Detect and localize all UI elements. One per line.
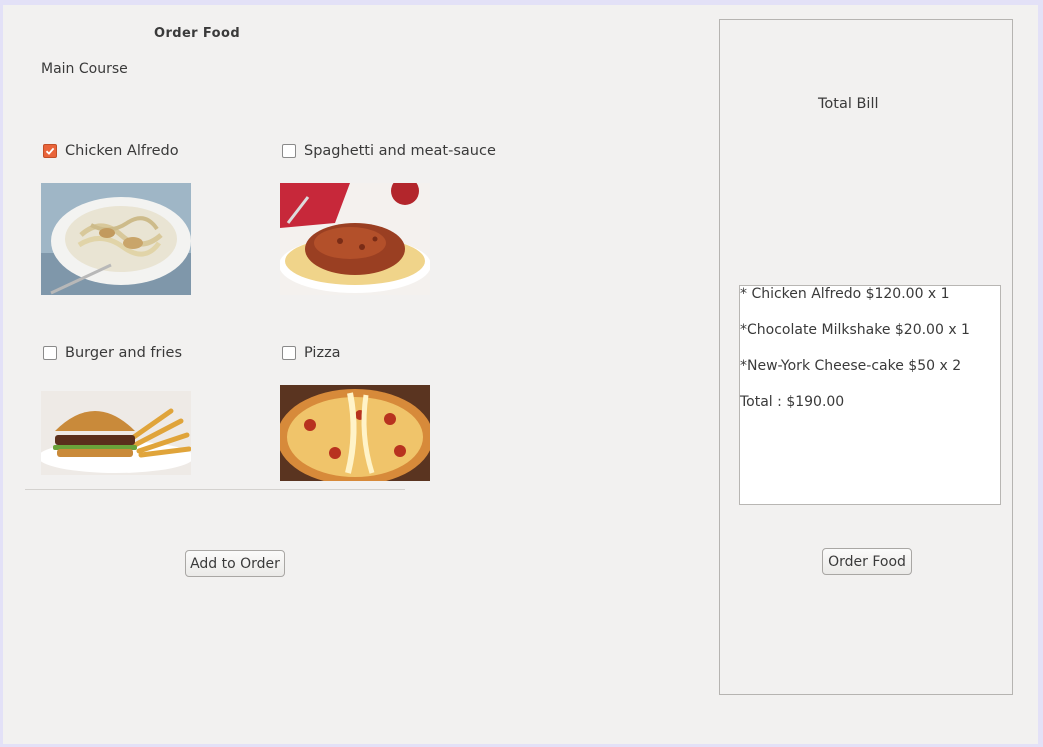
bill-line: * Chicken Alfredo $120.00 x 1: [740, 286, 950, 302]
page-title: Order Food: [154, 26, 241, 41]
checkbox-pizza[interactable]: Pizza: [282, 345, 341, 361]
checkbox-unchecked-icon[interactable]: [282, 346, 296, 360]
chicken-alfredo-photo: [41, 183, 191, 295]
bill-line: *New-York Cheese-cake $50 x 2: [740, 358, 962, 374]
bill-line: *Chocolate Milkshake $20.00 x 1: [740, 322, 970, 338]
checkbox-label: Pizza: [304, 345, 341, 361]
spaghetti-photo: [280, 183, 430, 295]
checkbox-unchecked-icon[interactable]: [43, 346, 57, 360]
add-to-order-button[interactable]: Add to Order: [185, 550, 285, 577]
bill-summary-textarea[interactable]: * Chicken Alfredo $120.00 x 1 *Chocolate…: [739, 285, 1001, 505]
bill-title: Total Bill: [818, 96, 879, 112]
checkbox-label: Spaghetti and meat-sauce: [304, 143, 496, 159]
checkbox-label: Burger and fries: [65, 345, 182, 361]
order-food-button[interactable]: Order Food: [822, 548, 912, 575]
section-label-main-course: Main Course: [41, 61, 128, 77]
checkbox-chicken-alfredo[interactable]: Chicken Alfredo: [43, 143, 179, 159]
divider: [25, 489, 405, 490]
checkbox-unchecked-icon[interactable]: [282, 144, 296, 158]
bill-total-line: Total : $190.00: [740, 394, 845, 410]
pizza-photo: [280, 385, 430, 481]
checkbox-label: Chicken Alfredo: [65, 143, 179, 159]
checkbox-burger-and-fries[interactable]: Burger and fries: [43, 345, 182, 361]
app-window: Order Food Main Course Chicken Alfredo S…: [3, 5, 1038, 744]
checkbox-checked-icon[interactable]: [43, 144, 57, 158]
burger-photo: [41, 391, 191, 475]
checkbox-spaghetti[interactable]: Spaghetti and meat-sauce: [282, 143, 496, 159]
